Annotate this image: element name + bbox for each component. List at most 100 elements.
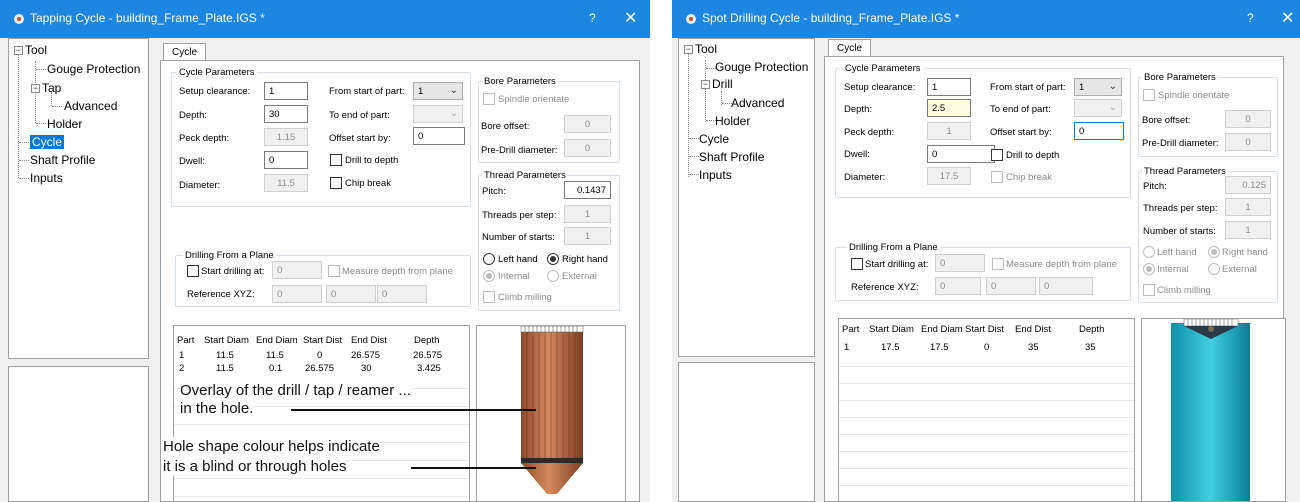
annotation-pointer-line <box>411 467 536 469</box>
chip-break-checkbox[interactable] <box>330 177 342 189</box>
from-start-value: 1 <box>418 86 424 97</box>
annotation-overlay-line2: in the hole. <box>180 399 254 418</box>
internal-radio[interactable] <box>1143 263 1155 275</box>
tree-item-advanced[interactable]: Advanced <box>731 96 784 110</box>
depth-input[interactable] <box>927 99 971 117</box>
start-drilling-input[interactable] <box>935 254 985 272</box>
external-radio[interactable] <box>547 270 559 282</box>
tree-item-shaft-profile[interactable]: Shaft Profile <box>699 150 764 164</box>
tree-item-inputs[interactable]: Inputs <box>30 171 63 185</box>
tree-item-advanced[interactable]: Advanced <box>64 99 117 113</box>
measure-depth-checkbox[interactable] <box>328 265 340 277</box>
close-button[interactable]: ✕ <box>624 8 637 28</box>
pitch-input[interactable] <box>564 181 611 199</box>
tree-item-gouge-protection[interactable]: Gouge Protection <box>715 60 808 74</box>
start-drilling-checkbox[interactable] <box>187 265 199 277</box>
climb-milling-checkbox[interactable] <box>1143 284 1155 296</box>
internal-radio[interactable] <box>483 270 495 282</box>
reference-y-input[interactable] <box>326 285 376 303</box>
diameter-input[interactable] <box>927 167 971 185</box>
offset-start-input[interactable] <box>413 127 465 145</box>
peck-depth-input[interactable] <box>264 128 308 146</box>
to-end-select[interactable]: ⌄ <box>413 105 463 123</box>
tool-collapse-icon[interactable]: − <box>684 45 693 54</box>
tree-item-inputs[interactable]: Inputs <box>699 168 732 182</box>
to-end-select[interactable]: ⌄ <box>1074 99 1122 117</box>
tree-item-tool[interactable]: Tool <box>695 42 717 56</box>
depth-input[interactable] <box>264 105 308 123</box>
drill-to-depth-checkbox[interactable] <box>991 149 1003 161</box>
spot-drilling-cycle-window: Spot Drilling Cycle - building_Frame_Pla… <box>672 0 1300 502</box>
reference-z-input[interactable] <box>377 285 427 303</box>
tree-item-holder[interactable]: Holder <box>47 117 82 131</box>
reference-x-input[interactable] <box>935 277 981 295</box>
tree-item-tool[interactable]: Tool <box>25 43 47 57</box>
tree-item-drill[interactable]: Drill <box>712 77 733 91</box>
reference-z-input[interactable] <box>1039 277 1093 295</box>
bore-offset-input[interactable] <box>1225 110 1271 128</box>
left-hand-radio[interactable] <box>483 253 495 265</box>
tap-collapse-icon[interactable]: − <box>31 84 40 93</box>
number-of-starts-input[interactable] <box>564 227 611 245</box>
help-button[interactable]: ? <box>589 11 596 25</box>
from-start-select[interactable]: 1 ⌄ <box>1074 78 1122 96</box>
threads-per-step-input[interactable] <box>564 205 611 223</box>
bore-offset-input[interactable] <box>564 115 611 133</box>
measure-depth-label: Measure depth from plane <box>342 266 453 277</box>
tab-cycle[interactable]: Cycle <box>163 43 207 61</box>
dwell-input[interactable] <box>927 145 995 163</box>
offset-start-input[interactable] <box>1074 122 1124 140</box>
from-start-select[interactable]: 1 ⌄ <box>413 82 463 100</box>
column-header: Part <box>842 324 860 335</box>
dwell-input[interactable] <box>264 151 308 169</box>
navigation-tree: − − Tool Gouge Protection Tap Advanced H… <box>8 38 149 359</box>
pre-drill-input[interactable] <box>1225 133 1271 151</box>
tree-item-tap[interactable]: Tap <box>42 81 61 95</box>
drill-collapse-icon[interactable]: − <box>701 80 710 89</box>
setup-clearance-input[interactable] <box>264 82 308 100</box>
tree-item-shaft-profile[interactable]: Shaft Profile <box>30 153 95 167</box>
spindle-orientate-checkbox[interactable] <box>483 93 495 105</box>
measure-depth-checkbox[interactable] <box>992 258 1004 270</box>
column-header: Start Dist <box>965 324 1005 335</box>
table-cell: 26.575 <box>351 350 381 361</box>
tool-collapse-icon[interactable]: − <box>14 46 23 55</box>
start-drilling-input[interactable] <box>272 261 322 279</box>
chip-break-checkbox[interactable] <box>991 171 1003 183</box>
pre-drill-input[interactable] <box>564 139 611 157</box>
external-label: External <box>562 271 597 282</box>
external-label: External <box>1222 264 1257 275</box>
pitch-input[interactable] <box>1225 176 1271 194</box>
spindle-orientate-checkbox[interactable] <box>1143 89 1155 101</box>
start-drilling-checkbox[interactable] <box>851 258 863 270</box>
drill-to-depth-label: Drill to depth <box>1006 150 1060 161</box>
diameter-input[interactable] <box>264 174 308 192</box>
profile-table[interactable]: Part Start Diam End Diam Start Dist End … <box>838 318 1135 502</box>
climb-milling-checkbox[interactable] <box>483 291 495 303</box>
reference-x-input[interactable] <box>272 285 322 303</box>
left-hand-radio[interactable] <box>1143 246 1155 258</box>
column-header: Depth <box>414 335 440 346</box>
spindle-orientate-label: Spindle orientate <box>1158 90 1230 101</box>
number-of-starts-input[interactable] <box>1225 221 1271 239</box>
reference-y-input[interactable] <box>986 277 1036 295</box>
threads-per-step-input[interactable] <box>1225 198 1271 216</box>
tree-item-gouge-protection[interactable]: Gouge Protection <box>47 62 140 76</box>
tree-item-cycle[interactable]: Cycle <box>30 135 65 149</box>
tree-item-cycle[interactable]: Cycle <box>699 132 729 146</box>
setup-clearance-input[interactable] <box>927 78 971 96</box>
external-radio[interactable] <box>1208 263 1220 275</box>
right-hand-radio[interactable] <box>547 253 559 265</box>
offset-start-label: Offset start by: <box>329 133 391 144</box>
right-hand-radio[interactable] <box>1208 246 1220 258</box>
drill-to-depth-checkbox[interactable] <box>330 154 342 166</box>
spot-drill-in-hole-illustration <box>1171 319 1250 501</box>
tab-cycle[interactable]: Cycle <box>828 39 872 57</box>
table-cell: 1 <box>179 350 185 361</box>
column-header: Start Dist <box>303 335 343 346</box>
tree-item-holder[interactable]: Holder <box>715 114 750 128</box>
close-button[interactable]: ✕ <box>1281 8 1294 28</box>
table-cell: 2 <box>179 363 185 374</box>
peck-depth-input[interactable] <box>927 122 971 140</box>
help-button[interactable]: ? <box>1247 11 1254 25</box>
